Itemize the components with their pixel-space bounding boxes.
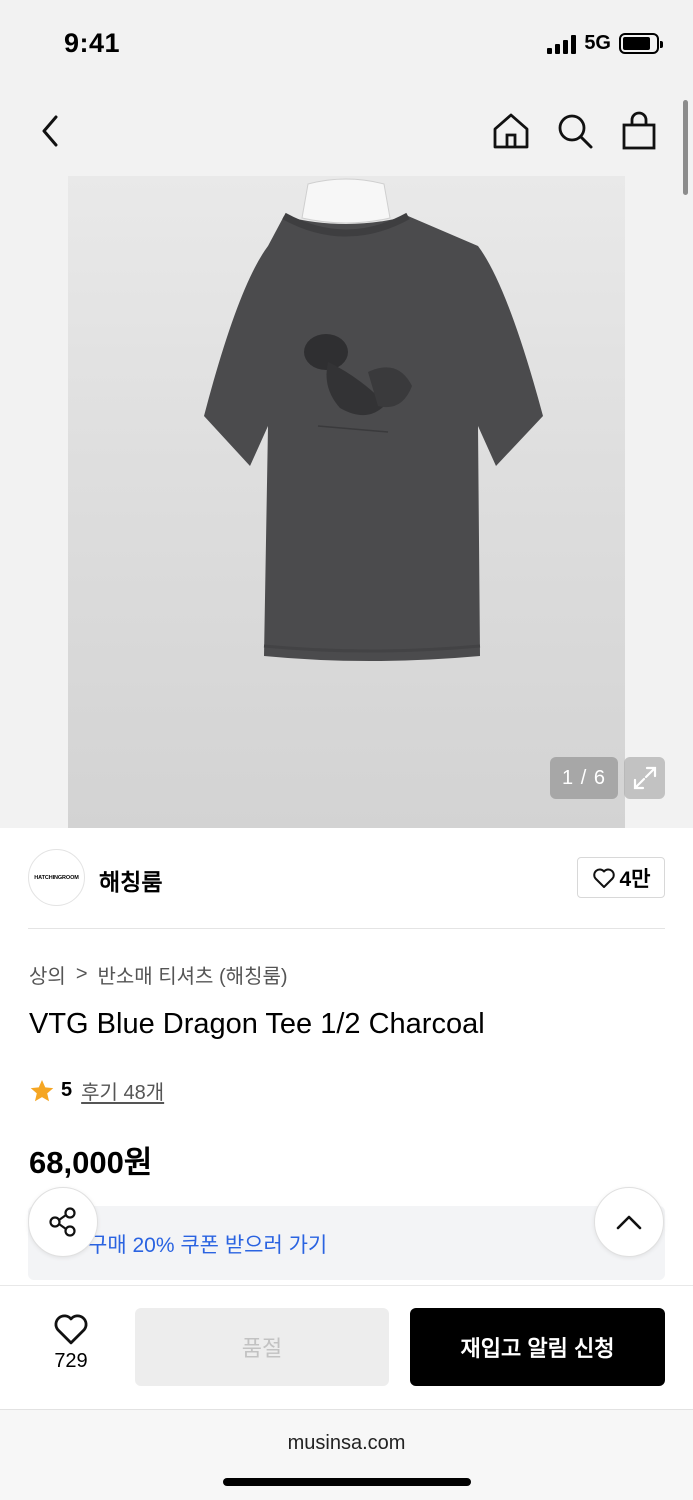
shopping-bag-icon[interactable] <box>616 108 662 154</box>
restock-alert-button[interactable]: 재입고 알림 신청 <box>410 1308 665 1386</box>
wishlist-count: 729 <box>54 1350 88 1372</box>
image-counter: 1 / 6 <box>550 757 618 799</box>
scrollbar[interactable] <box>683 100 688 195</box>
soldout-button: 품절 <box>135 1308 389 1386</box>
product-price: 68,000원 <box>29 1145 153 1180</box>
signal-icon <box>547 34 577 54</box>
back-arrow-icon[interactable] <box>27 108 73 154</box>
heart-outline-icon <box>592 868 615 888</box>
status-time: 9:41 <box>64 28 121 58</box>
share-icon <box>49 1207 76 1237</box>
brand-like-button[interactable]: 4만 <box>577 857 665 898</box>
brand-like-count: 4만 <box>619 867 651 891</box>
review-count-link[interactable]: 후기 48개 <box>81 1076 164 1105</box>
brand-logo[interactable]: HATCHINGROOM <box>28 849 85 906</box>
product-image[interactable] <box>68 176 625 828</box>
home-indicator[interactable] <box>223 1478 471 1486</box>
breadcrumb: 상의 > 반소매 티셔츠 (해칭룸) <box>29 960 288 989</box>
status-bar: 9:41 5G <box>0 0 693 90</box>
rating: 5 후기 48개 <box>29 1076 164 1105</box>
breadcrumb-subcategory[interactable]: 반소매 티셔츠 (해칭룸) <box>98 960 288 989</box>
product-title: VTG Blue Dragon Tee 1/2 Charcoal <box>29 1008 485 1040</box>
breadcrumb-separator: > <box>75 963 88 985</box>
purchase-bar: 729 품절 재입고 알림 신청 <box>0 1285 693 1409</box>
divider <box>28 928 665 929</box>
brand-row: HATCHINGROOM 해칭룸 4만 <box>28 849 665 906</box>
coupon-banner[interactable]: 구매 20% 쿠폰 받으러 가기 <box>28 1206 665 1280</box>
expand-icon[interactable] <box>624 757 665 799</box>
breadcrumb-category[interactable]: 상의 <box>29 960 66 989</box>
battery-icon <box>619 33 663 54</box>
product-gallery[interactable]: 1 / 6 <box>0 176 693 828</box>
search-icon[interactable] <box>552 108 598 154</box>
status-indicators: 5G <box>547 32 663 55</box>
scroll-top-button[interactable] <box>594 1187 664 1257</box>
wishlist-button[interactable]: 729 <box>30 1312 112 1378</box>
url-text[interactable]: musinsa.com <box>0 1432 693 1455</box>
share-button[interactable] <box>28 1187 98 1257</box>
top-nav <box>0 90 693 176</box>
heart-icon <box>54 1314 88 1345</box>
browser-bar: musinsa.com <box>0 1409 693 1500</box>
network-type: 5G <box>584 32 611 54</box>
rating-score: 5 <box>61 1079 73 1101</box>
star-icon <box>30 1079 54 1101</box>
coupon-text: 구매 20% 쿠폰 받으러 가기 <box>88 1234 328 1257</box>
home-icon[interactable] <box>488 108 534 154</box>
chevron-up-icon <box>616 1215 642 1230</box>
brand-name[interactable]: 해칭룸 <box>99 863 162 897</box>
